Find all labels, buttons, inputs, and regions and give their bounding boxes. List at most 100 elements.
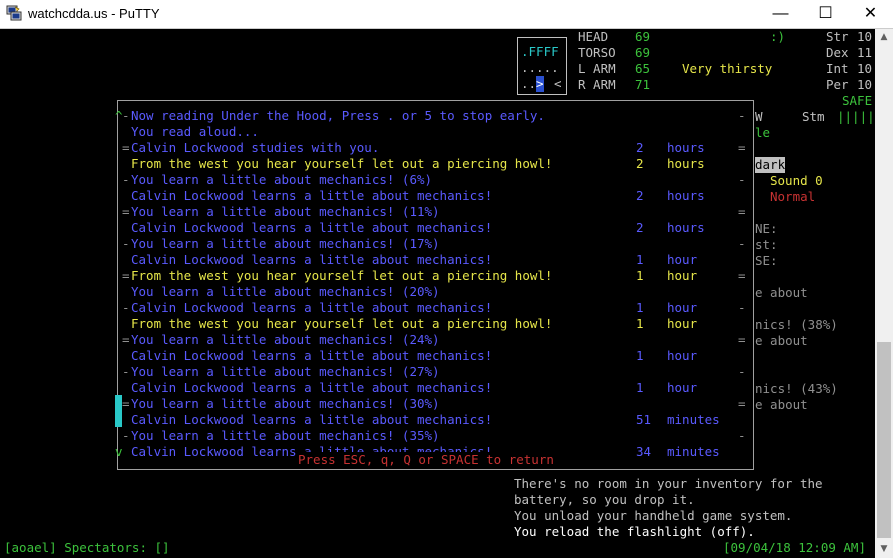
- stat-int-value: 10: [857, 61, 873, 76]
- line-separator: -: [122, 428, 130, 443]
- thirst-status: Very thirsty: [682, 61, 773, 76]
- message-text: From the west you hear yourself let out …: [131, 268, 553, 283]
- scroll-down-icon[interactable]: ▼: [875, 541, 893, 558]
- line-end-separator: =: [738, 140, 746, 155]
- message-text: You learn a little about mechanics! (35%…: [131, 428, 440, 443]
- close-button[interactable]: ✕: [848, 0, 893, 28]
- message-text: You learn a little about mechanics! (17%…: [131, 236, 440, 251]
- minimap-row-3a: ..: [521, 76, 537, 91]
- message-log-line: From the west you hear yourself let out …: [118, 156, 753, 172]
- vertical-scrollbar[interactable]: ▲ ▼: [875, 29, 893, 558]
- light-level-badge: dark: [755, 157, 786, 173]
- line-end-separator: -: [738, 172, 746, 187]
- message-time-value: 2: [636, 140, 644, 155]
- minimize-icon: —: [772, 5, 789, 22]
- line-end-separator: =: [738, 268, 746, 283]
- sidebar-log-fragment-3: e about: [755, 333, 808, 348]
- line-separator: -: [122, 172, 130, 187]
- minimap-row-1: .FFFF: [521, 44, 559, 59]
- bodypart-larm-label: L ARM: [578, 61, 616, 76]
- line-separator: [122, 380, 130, 396]
- scrollbar-thumb[interactable]: [877, 342, 891, 538]
- message-time-unit: hour: [667, 380, 698, 395]
- message-time-unit: hour: [667, 316, 698, 331]
- message-time-value: 1: [636, 252, 644, 267]
- line-separator: [122, 284, 130, 300]
- message-log-line: = Calvin Lockwood studies with you. 2 hours…: [118, 140, 753, 156]
- message-time-value: 1: [636, 268, 644, 283]
- message-text: You learn a little about mechanics! (11%…: [131, 204, 440, 219]
- message-log-line: Calvin Lockwood learns a little about me…: [118, 188, 753, 204]
- line-separator: =: [122, 204, 130, 219]
- scroll-up-icon[interactable]: ▲: [875, 29, 893, 46]
- message-text: Calvin Lockwood studies with you.: [131, 140, 380, 155]
- message-text: You learn a little about mechanics! (27%…: [131, 364, 440, 379]
- bodypart-rarm-label: R ARM: [578, 77, 616, 92]
- line-separator: -: [122, 364, 130, 379]
- maximize-icon: ☐: [818, 5, 833, 22]
- message-log-line: Calvin Lockwood learns a little about me…: [118, 220, 753, 236]
- bodypart-larm-value: 65: [635, 61, 651, 76]
- speed-status: Normal: [770, 189, 816, 204]
- message-text: Calvin Lockwood learns a little about me…: [131, 412, 493, 427]
- message-text: Now reading Under the Hood, Press . or 5…: [131, 108, 545, 123]
- message-log-line: = From the west you hear yourself let out…: [118, 268, 753, 284]
- message-text: Calvin Lockwood learns a little about me…: [131, 380, 493, 395]
- message-time-value: 1: [636, 316, 644, 331]
- message-text: Calvin Lockwood learns a little about me…: [131, 220, 493, 235]
- message-log-line: You learn a little about mechanics! (20%…: [118, 284, 753, 300]
- status-bar-datetime: [09/04/18 12:09 AM]: [723, 540, 866, 555]
- weight-label: W: [755, 109, 763, 124]
- line-separator: -: [122, 108, 130, 123]
- line-separator: =: [122, 140, 130, 155]
- message-time-value: 51: [636, 412, 652, 427]
- message-text: Calvin Lockwood learns a little about me…: [131, 252, 493, 267]
- minimize-button[interactable]: —: [758, 0, 803, 28]
- line-end-separator: -: [738, 364, 746, 379]
- stat-dex-value: 11: [857, 45, 873, 60]
- line-end-separator: =: [738, 396, 746, 411]
- sidebar-le-fragment: le: [755, 125, 771, 140]
- compass-ne: NE:: [755, 221, 778, 236]
- sidebar-log-fragment-4: nics! (43%): [755, 381, 838, 396]
- message-time-value: 1: [636, 348, 644, 363]
- bodypart-torso-value: 69: [635, 45, 651, 60]
- line-separator: [122, 348, 130, 364]
- line-end-separator: -: [738, 236, 746, 251]
- line-separator: =: [122, 396, 130, 411]
- stamina-bar: |||||: [837, 109, 875, 124]
- message-log-line: = You learn a little about mechanics! (24…: [118, 332, 753, 348]
- mood-indicator: :): [770, 29, 786, 44]
- line-separator: [122, 220, 130, 236]
- minimap-row-2: .....: [521, 60, 559, 75]
- bodypart-torso-label: TORSO: [578, 45, 616, 60]
- terminal-area[interactable]: .FFFF ..... .. > < HEAD 69 TORSO 69 L AR…: [1, 29, 875, 558]
- message-text: You learn a little about mechanics! (24%…: [131, 332, 440, 347]
- status-bar-spectators: [aoael] Spectators: []: [4, 540, 170, 555]
- message-log-line: - You learn a little about mechanics! (27…: [118, 364, 753, 380]
- return-hint: Press ESC, q, Q or SPACE to return: [298, 452, 554, 467]
- title-bar[interactable]: watchcdda.us - PuTTY — ☐ ✕: [0, 0, 893, 29]
- message-time-unit: minutes: [667, 412, 720, 427]
- message-log-line: = You learn a little about mechanics! (11…: [118, 204, 753, 220]
- log-message-1: There's no room in your inventory for th…: [514, 476, 823, 491]
- stat-per-value: 10: [857, 77, 873, 92]
- line-separator: [122, 412, 130, 428]
- line-separator: =: [122, 332, 130, 347]
- player-position-marker: >: [536, 76, 544, 92]
- message-log-popup[interactable]: ^ - Now reading Under the Hood, Press . or…: [115, 100, 754, 470]
- message-time-value: 1: [636, 300, 644, 315]
- message-text: Calvin Lockwood learns a little about me…: [131, 188, 493, 203]
- stat-int-label: Int: [826, 61, 849, 76]
- log-message-3: You unload your handheld game system.: [514, 508, 793, 523]
- line-separator: [122, 156, 130, 172]
- line-separator: [122, 252, 130, 268]
- minimap: .FFFF ..... .. > <: [517, 37, 567, 95]
- line-end-separator: -: [738, 300, 746, 315]
- message-time-value: 2: [636, 156, 644, 171]
- status-bar: [aoael] Spectators: [] [09/04/18 12:09 A…: [1, 540, 875, 556]
- compass-st: st:: [755, 237, 778, 252]
- message-log-line: Calvin Lockwood learns a little about me…: [118, 412, 753, 428]
- stat-per-label: Per: [826, 77, 849, 92]
- maximize-button[interactable]: ☐: [803, 0, 848, 28]
